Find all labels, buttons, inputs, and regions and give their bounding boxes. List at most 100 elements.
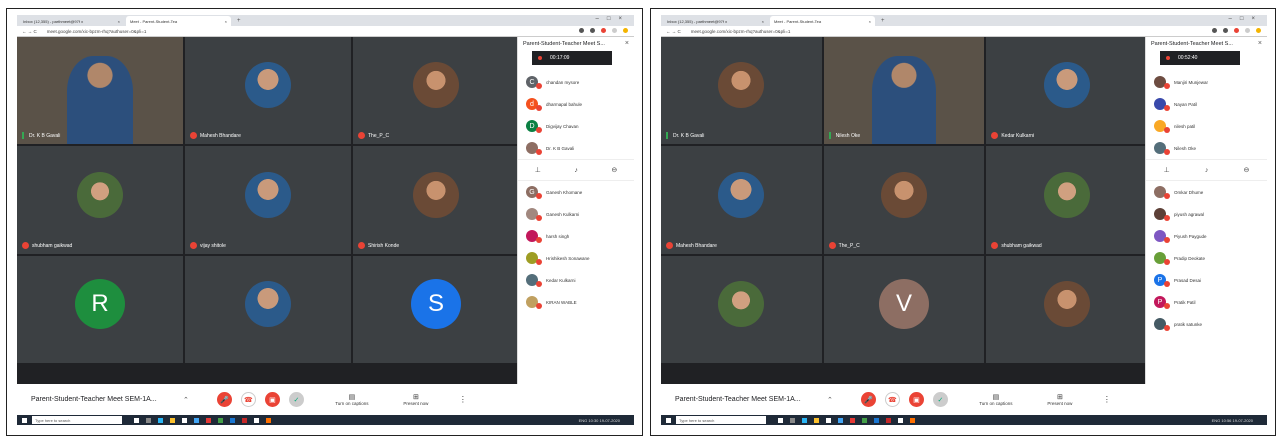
participant-row[interactable]: Nayan Patil xyxy=(1146,93,1267,115)
app-icon[interactable] xyxy=(802,417,807,423)
expand-details-icon[interactable]: ⌃ xyxy=(827,396,833,404)
mute-icon[interactable]: ♪ xyxy=(574,167,578,174)
leave-call-button[interactable]: ☎ xyxy=(240,392,256,407)
participant-row[interactable]: Ganesh Kulkarni xyxy=(518,203,634,225)
participant-row[interactable]: Dr. K B Gavali xyxy=(518,137,634,159)
windows-start-icon[interactable] xyxy=(22,417,27,423)
extension-icon[interactable] xyxy=(579,28,584,33)
app-icon[interactable] xyxy=(886,417,891,423)
new-tab-icon[interactable]: + xyxy=(877,17,889,26)
participant-row[interactable]: nilesh patil xyxy=(1146,115,1267,137)
app-icon[interactable] xyxy=(194,417,199,423)
extension-icon[interactable] xyxy=(601,28,606,33)
present-button[interactable]: ⊞ Present now xyxy=(391,393,441,406)
close-panel-icon[interactable]: × xyxy=(625,40,629,47)
captions-button[interactable]: ▤ Turn on captions xyxy=(327,393,377,406)
participant-row[interactable]: Nilesh Oke xyxy=(1146,137,1267,159)
mic-off-button[interactable]: 🎤 xyxy=(216,392,232,407)
window-controls[interactable]: –□× xyxy=(596,16,630,22)
nav-arrows-icon[interactable]: ← → C xyxy=(22,29,37,34)
extension-icon[interactable] xyxy=(1245,28,1250,33)
address-bar[interactable]: ← → C meet.google.com/xic-bpzm-rhq?authus… xyxy=(661,26,1267,37)
browser-tab[interactable]: Inbox (12,355) - parthmeet@97f x × xyxy=(19,16,124,26)
pin-icon[interactable]: ⊥ xyxy=(535,166,541,174)
participant-row[interactable]: P Prasad Desai xyxy=(1146,269,1267,291)
extension-icon[interactable] xyxy=(1256,28,1261,33)
app-icon[interactable] xyxy=(170,417,175,423)
app-icon[interactable] xyxy=(230,417,235,423)
close-tab-icon[interactable]: × xyxy=(869,19,871,24)
participant-row[interactable]: d dharmapal bahule xyxy=(518,93,634,115)
remove-icon[interactable]: ⊖ xyxy=(1244,166,1250,174)
participant-row[interactable]: P Pratik Patil xyxy=(1146,291,1267,313)
camera-off-button[interactable]: ▣ xyxy=(908,392,924,407)
app-icon[interactable] xyxy=(146,417,151,423)
app-icon[interactable] xyxy=(254,417,259,423)
extension-icon[interactable] xyxy=(612,28,617,33)
app-icon[interactable] xyxy=(826,417,831,423)
app-icon[interactable] xyxy=(910,417,915,423)
more-options-icon[interactable]: ⋮ xyxy=(1103,395,1111,404)
participant-row[interactable]: Piyush Paygude xyxy=(1146,225,1267,247)
participant-row[interactable]: D Digvijay Chavan xyxy=(518,115,634,137)
app-icon[interactable] xyxy=(898,417,903,423)
close-tab-icon[interactable]: × xyxy=(118,19,120,24)
participant-row[interactable]: Kedar Kulkarni xyxy=(518,269,634,291)
participant-row[interactable]: Pradip Deokate xyxy=(1146,247,1267,269)
participant-row[interactable]: Omkar Dhume xyxy=(1146,181,1267,203)
mic-off-button[interactable]: 🎤 xyxy=(860,392,876,407)
participant-row[interactable]: harsh singh xyxy=(518,225,634,247)
remove-icon[interactable]: ⊖ xyxy=(611,166,617,174)
url-text[interactable]: meet.google.com/xic-bpzm-rhq?authuser=0&… xyxy=(691,29,791,34)
browser-tab[interactable]: Meet - Parent-Student-Tea × xyxy=(770,16,875,26)
app-icon[interactable] xyxy=(790,417,795,423)
app-icon[interactable] xyxy=(206,417,211,423)
participant-row[interactable]: piyush agrawal xyxy=(1146,203,1267,225)
address-bar[interactable]: ← → C meet.google.com/xic-bpzm-rhq?authus… xyxy=(17,26,634,37)
more-options-icon[interactable]: ⋮ xyxy=(459,395,467,404)
extension-icon[interactable] xyxy=(1223,28,1228,33)
extension-icon[interactable] xyxy=(1212,28,1217,33)
app-icon[interactable] xyxy=(134,417,139,423)
present-button[interactable]: ⊞ Present now xyxy=(1035,393,1085,406)
app-icon[interactable] xyxy=(218,417,223,423)
window-controls[interactable]: –□× xyxy=(1229,16,1263,22)
extension-icon[interactable] xyxy=(590,28,595,33)
close-tab-icon[interactable]: × xyxy=(225,19,227,24)
app-icon[interactable] xyxy=(266,417,271,423)
app-icon[interactable] xyxy=(814,417,819,423)
leave-call-button[interactable]: ☎ xyxy=(884,392,900,407)
app-icon[interactable] xyxy=(158,417,163,423)
app-icon[interactable] xyxy=(182,417,187,423)
browser-tab[interactable]: Inbox (12,355) - parthmeet@97f x × xyxy=(663,16,768,26)
windows-start-icon[interactable] xyxy=(666,417,671,423)
participant-row[interactable]: Manjiri Munjewar xyxy=(1146,71,1267,93)
extension-icon[interactable] xyxy=(623,28,628,33)
pin-icon[interactable]: ⊥ xyxy=(1164,166,1170,174)
expand-details-icon[interactable]: ⌃ xyxy=(183,396,189,404)
close-panel-icon[interactable]: × xyxy=(1258,40,1262,47)
browser-tab[interactable]: Meet - Parent-Student-Tea × xyxy=(126,16,231,26)
close-tab-icon[interactable]: × xyxy=(762,19,764,24)
check-button[interactable]: ✓ xyxy=(288,392,304,407)
app-icon[interactable] xyxy=(850,417,855,423)
meeting-title[interactable]: Parent-Student-Teacher Meet SEM-1A... xyxy=(31,396,183,403)
camera-off-button[interactable]: ▣ xyxy=(264,392,280,407)
app-icon[interactable] xyxy=(242,417,247,423)
nav-arrows-icon[interactable]: ← → C xyxy=(666,29,681,34)
participant-row[interactable]: KIRAN WABLE xyxy=(518,291,634,313)
url-text[interactable]: meet.google.com/xic-bpzm-rhq?authuser=0&… xyxy=(47,29,147,34)
participant-row[interactable]: Hrishikesh Sonawane xyxy=(518,247,634,269)
app-icon[interactable] xyxy=(862,417,867,423)
taskbar-search[interactable]: Type here to search xyxy=(32,416,122,424)
participant-row[interactable]: Cchandan mysore xyxy=(518,71,634,93)
app-icon[interactable] xyxy=(874,417,879,423)
meeting-title[interactable]: Parent-Student-Teacher Meet SEM-1A... xyxy=(675,396,827,403)
taskbar-search[interactable]: Type here to search xyxy=(676,416,766,424)
app-icon[interactable] xyxy=(778,417,783,423)
captions-button[interactable]: ▤ Turn on captions xyxy=(971,393,1021,406)
participant-row[interactable]: pratik satunke xyxy=(1146,313,1267,335)
check-button[interactable]: ✓ xyxy=(932,392,948,407)
participant-row[interactable]: G Ganesh Khomane xyxy=(518,181,634,203)
app-icon[interactable] xyxy=(838,417,843,423)
